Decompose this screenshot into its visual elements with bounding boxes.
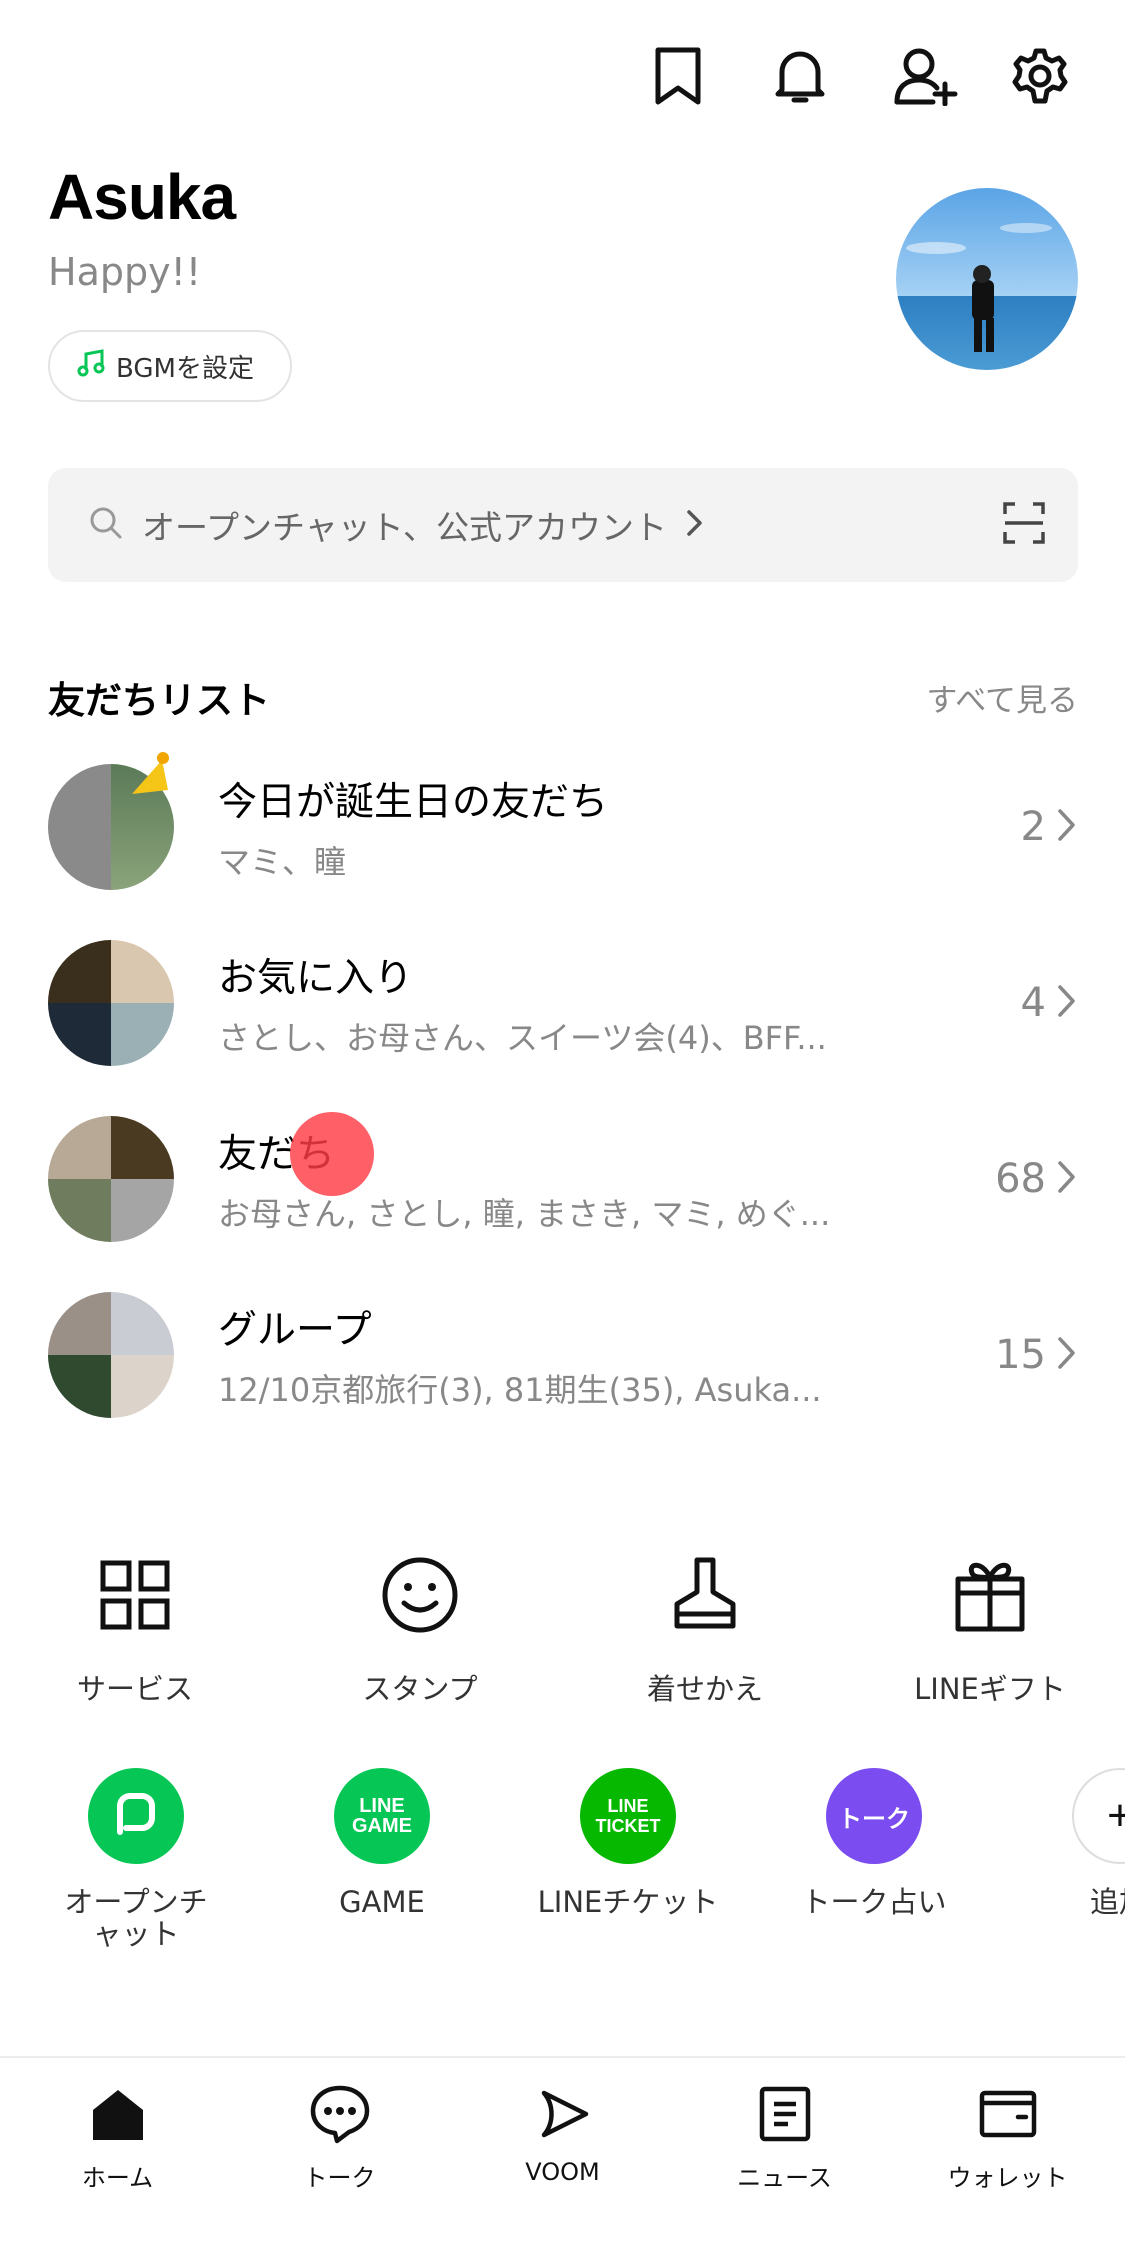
app-label: オープンチ ャット [64,1885,208,1951]
top-toolbar [0,30,1125,140]
app-ticket[interactable]: LINE TICKET LINEチケット [518,1768,738,1918]
profile-name[interactable]: Asuka [48,160,236,234]
brush-icon [580,1550,830,1640]
friend-group-count: 2 [1020,804,1046,850]
nav-news[interactable]: ニュース [672,2082,897,2193]
app-label: トーク占い [801,1885,947,1919]
app-openchat[interactable]: オープンチ ャット [26,1768,246,1950]
friend-group-thumbnail [48,940,174,1066]
bookmark-icon[interactable] [640,38,716,114]
nav-label: ホーム [81,2164,154,2192]
app-talk-fortune[interactable]: トーク トーク占い [764,1768,984,1918]
search-icon [88,505,124,545]
friend-group-members: 12/10京都旅行(3), 81期生(35), Asuka... [218,1371,822,1409]
friend-group-count: 15 [995,1332,1046,1378]
friend-group-members: さとし、お母さん、スイーツ会(4)、BFF... [218,1019,827,1057]
profile-avatar[interactable] [896,188,1078,370]
friend-group-thumbnail [48,1116,174,1242]
bgm-label: BGMを設定 [116,353,254,384]
menu-label: スタンプ [362,1672,478,1706]
app-shortcuts: オープンチ ャット LINE GAME GAME LINE TICKET LINEチ… [0,1768,1125,1968]
news-icon [672,2082,897,2146]
talk-fortune-icon: トーク [826,1768,922,1864]
menu-label: サービス [76,1672,193,1706]
bell-icon[interactable] [762,38,838,114]
menu-stickers[interactable]: スタンプ [295,1550,545,1708]
menu-themes[interactable]: 着せかえ [580,1550,830,1708]
voom-icon [450,2082,675,2146]
see-all-link[interactable]: すべて見る [926,675,1078,720]
friend-group-count: 68 [995,1156,1046,1202]
nav-wallet[interactable]: ウォレット [895,2082,1120,2193]
line-game-icon: LINE GAME [334,1768,430,1864]
app-label: GAME [339,1885,425,1919]
app-label: 追加 [1090,1885,1125,1919]
chevron-right-icon [1056,1159,1078,1199]
smile-icon [295,1550,545,1640]
friend-group-name: グループ [218,1308,372,1353]
nav-label: ニュース [737,2164,832,2192]
nav-home[interactable]: ホーム [5,2082,230,2193]
friend-group-members: お母さん, さとし, 瞳, まさき, マミ, めぐ... [218,1195,831,1233]
search-text: オープンチャット、公式アカウント [142,508,668,547]
chat-icon [227,2082,452,2146]
nav-label: トーク [303,2164,376,2192]
nav-label: ウォレット [947,2164,1068,2192]
menu-label: LINEギフト [914,1672,1066,1706]
wallet-icon [895,2082,1120,2146]
add-icon: + [1072,1768,1125,1864]
party-hat-icon [126,750,172,802]
nav-voom[interactable]: VOOM [450,2082,675,2186]
friends-list-header: 友だちリスト すべて見る [48,670,1078,724]
gear-icon[interactable] [1002,38,1078,114]
chevron-right-icon [1056,807,1078,847]
menu-services[interactable]: サービス [10,1550,260,1708]
qr-scan-icon[interactable] [1002,501,1046,549]
nav-chat[interactable]: トーク [227,2082,452,2193]
gift-icon [865,1550,1115,1640]
list-item-groups[interactable]: グループ 12/10京都旅行(3), 81期生(35), Asuka... 15 [48,1280,1078,1430]
chevron-right-icon [1056,1335,1078,1375]
app-label: LINEチケット [537,1885,719,1919]
chevron-right-icon [1056,983,1078,1023]
list-item-friends[interactable]: 友だち お母さん, さとし, 瞳, まさき, マミ, めぐ... 68 [48,1104,1078,1254]
app-game[interactable]: LINE GAME GAME [272,1768,492,1918]
bgm-button[interactable]: BGMを設定 [48,330,292,402]
friends-list-title: 友だちリスト [48,679,270,722]
friend-group-members: マミ、瞳 [218,843,347,881]
openchat-icon [88,1768,184,1864]
music-note-icon [76,348,106,385]
friend-group-thumbnail [48,752,174,890]
friend-group-name: お気に入り [218,956,414,1001]
app-add[interactable]: + 追加 [1010,1768,1125,1918]
grid-icon [10,1550,260,1640]
menu-gift[interactable]: LINEギフト [865,1550,1115,1708]
friend-group-count: 4 [1020,980,1046,1026]
list-item-favorites[interactable]: お気に入り さとし、お母さん、スイーツ会(4)、BFF... 4 [48,928,1078,1078]
bottom-nav: ホーム トーク VOOM ニュース ウォレット [0,2056,1125,2242]
service-menu: サービス スタンプ 着せかえ LINEギフト [0,1550,1125,1710]
friend-group-thumbnail [48,1292,174,1418]
friend-group-name: 今日が誕生日の友だち [218,780,609,825]
list-item-birthday[interactable]: 今日が誕生日の友だち マミ、瞳 2 [48,752,1078,902]
chevron-right-icon [685,508,705,542]
touch-indicator [290,1112,374,1196]
nav-label: VOOM [525,2158,600,2186]
profile-status-message[interactable]: Happy!! [48,250,201,294]
home-icon [5,2082,230,2146]
add-friend-icon[interactable] [888,38,964,114]
line-ticket-icon: LINE TICKET [580,1768,676,1864]
search-bar[interactable]: オープンチャット、公式アカウント [48,468,1078,582]
menu-label: 着せかえ [646,1672,763,1706]
